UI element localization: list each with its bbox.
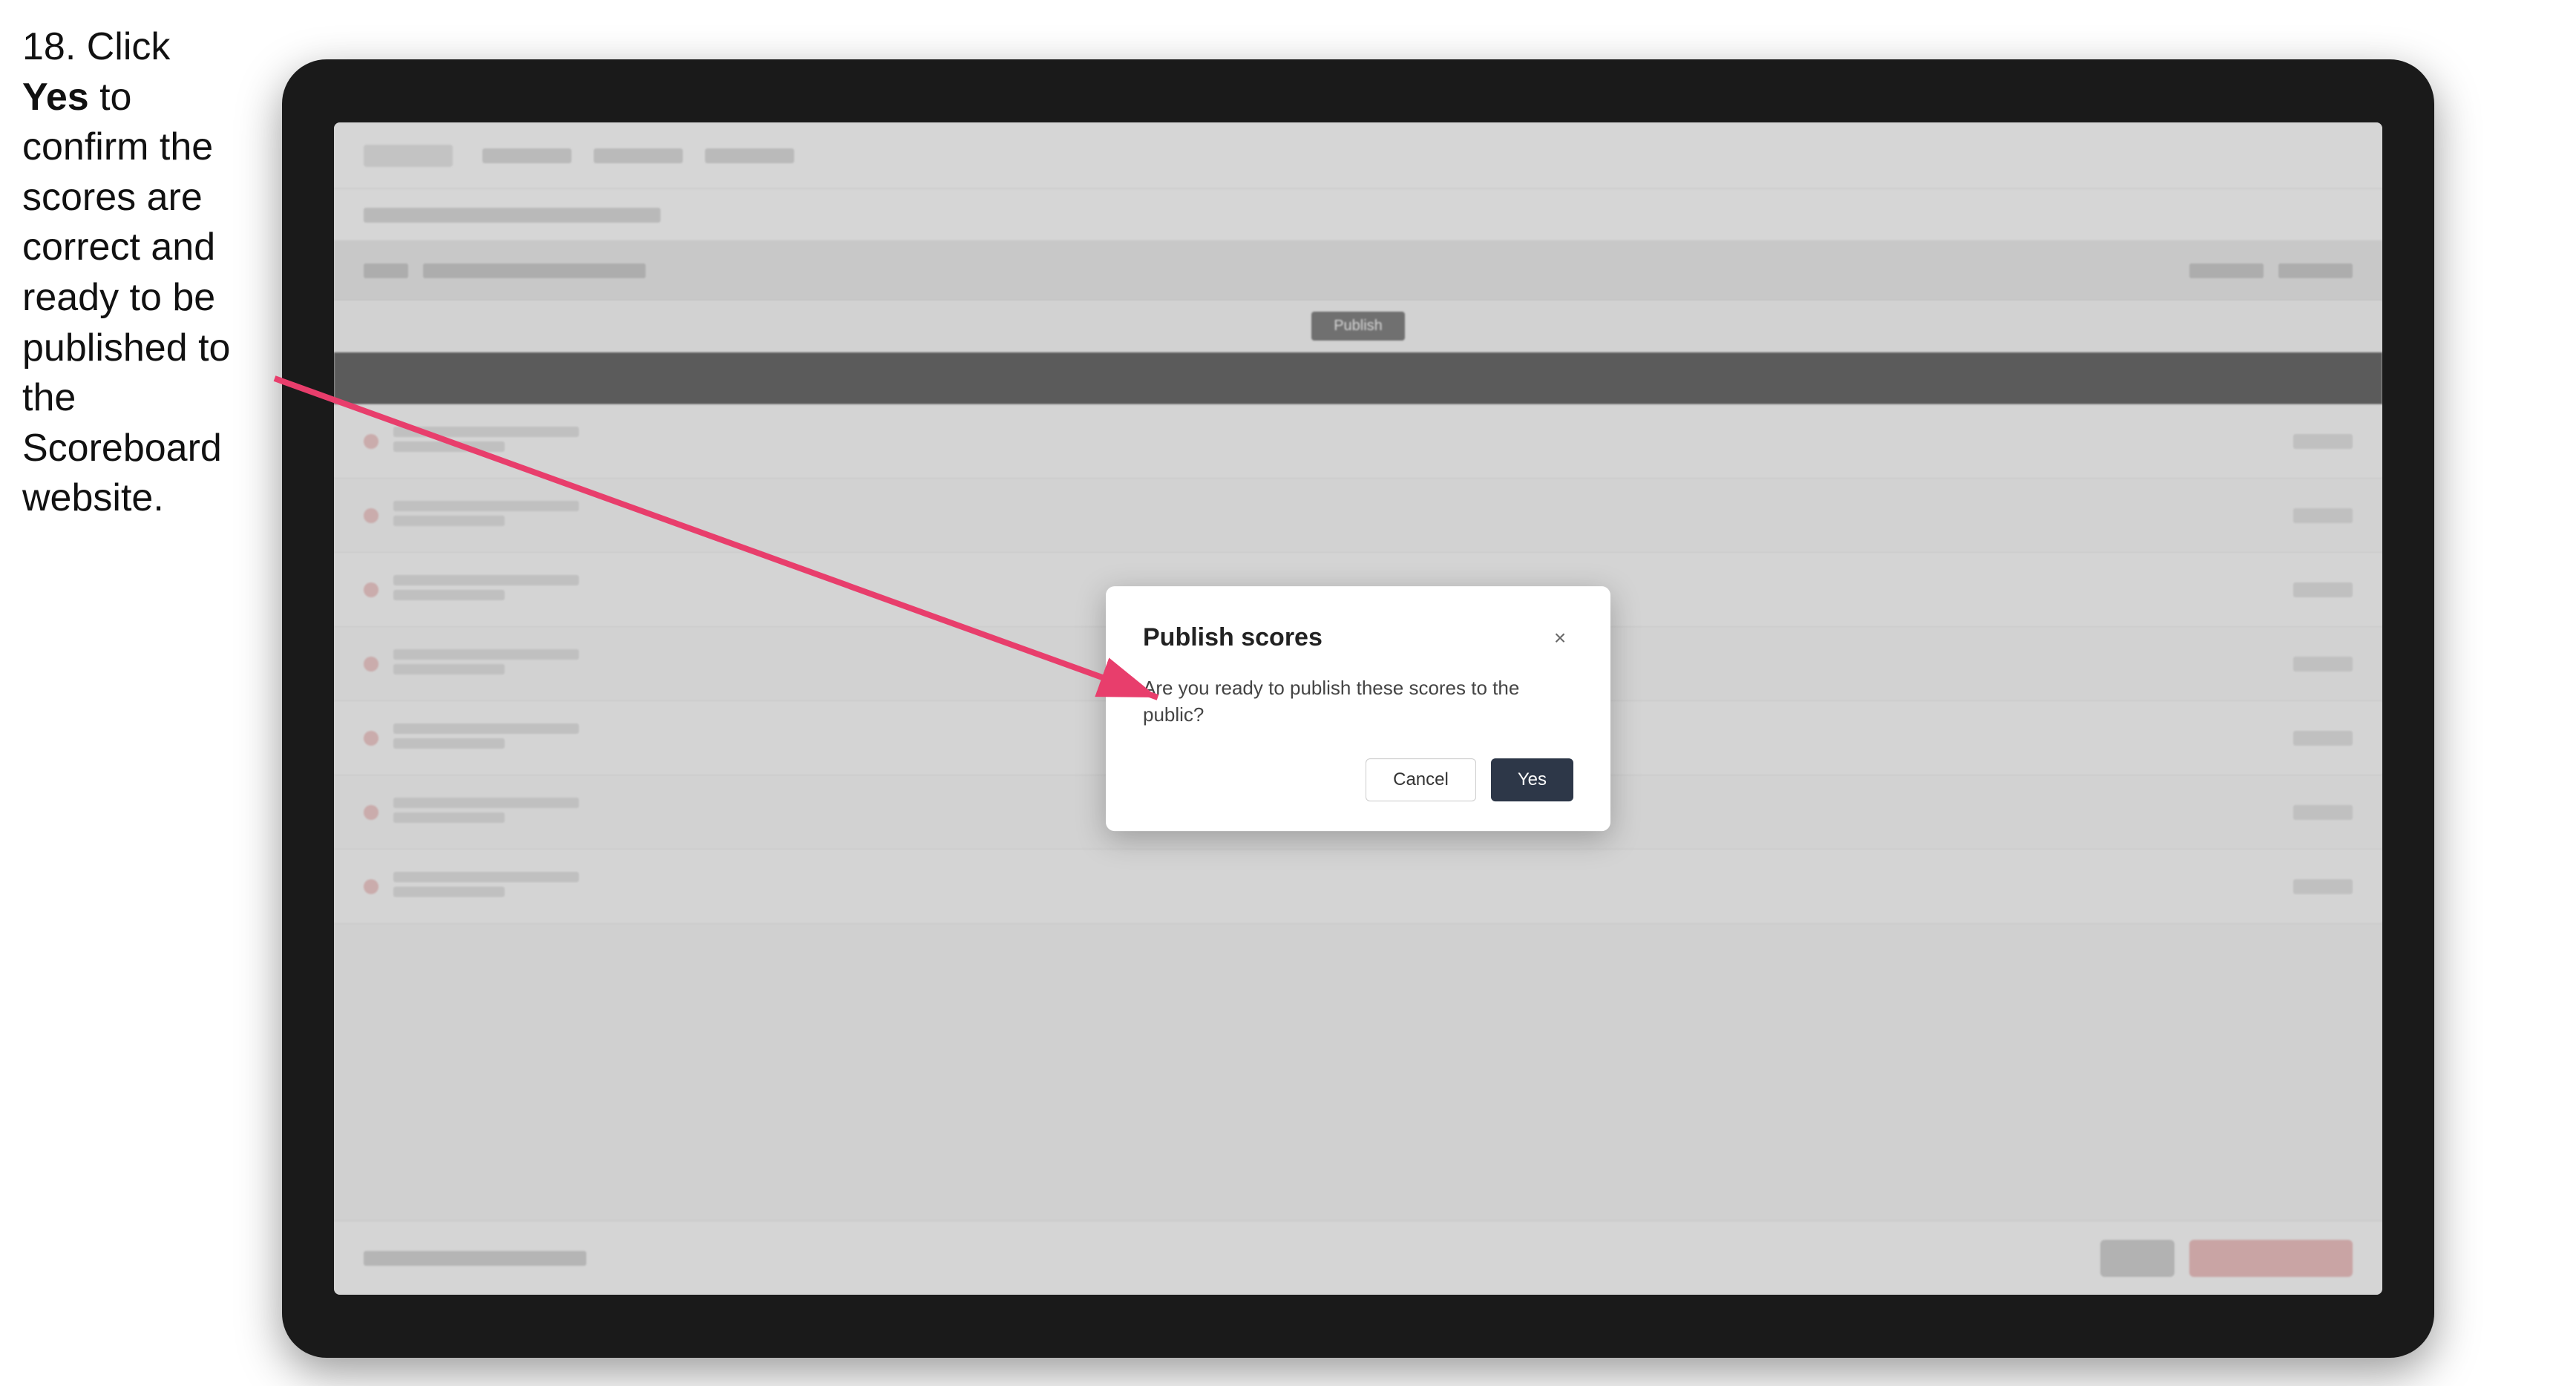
step-number: 18. [22, 25, 76, 68]
modal-dialog: Publish scores × Are you ready to publis… [1106, 586, 1610, 831]
bold-yes: Yes [22, 76, 89, 119]
modal-body-text: Are you ready to publish these scores to… [1143, 674, 1573, 729]
modal-close-button[interactable]: × [1547, 625, 1573, 651]
instruction-after: to confirm the scores are correct and re… [22, 76, 230, 520]
tablet-screen: Publish [334, 122, 2382, 1295]
modal-footer: Cancel Yes [1143, 758, 1573, 801]
instruction-before-bold: Click [87, 25, 171, 68]
instruction-text: 18. Click Yes to confirm the scores are … [22, 22, 245, 524]
tablet-frame: Publish [282, 59, 2434, 1358]
cancel-button[interactable]: Cancel [1366, 758, 1476, 801]
yes-button[interactable]: Yes [1491, 758, 1573, 801]
modal-title: Publish scores [1143, 623, 1323, 652]
modal-header: Publish scores × [1143, 623, 1573, 652]
